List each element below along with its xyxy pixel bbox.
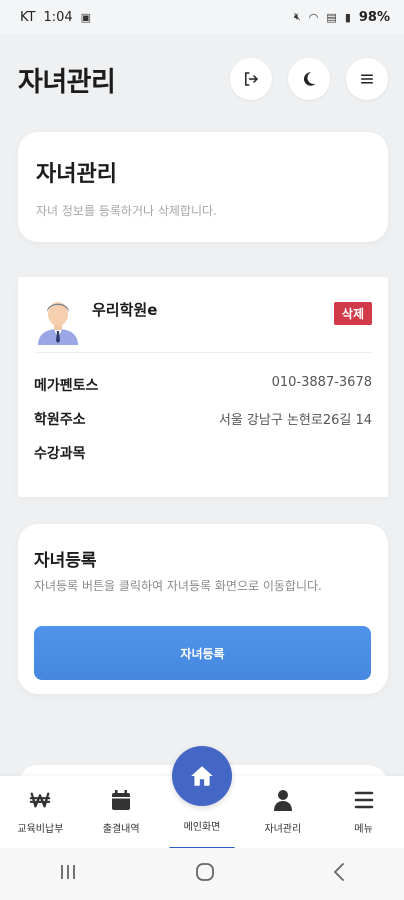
nav-item-home[interactable]: 메인화면	[162, 746, 242, 850]
wifi-icon: ◠	[308, 10, 319, 24]
avatar	[38, 301, 78, 345]
menu-icon	[354, 788, 374, 812]
child-name: 우리학원e	[92, 301, 158, 319]
section-title: 자녀관리	[36, 162, 117, 187]
info-row: 수강과목	[34, 443, 372, 477]
recent-apps-icon	[61, 864, 76, 879]
home-button[interactable]	[171, 746, 232, 806]
info-value: 010-3887-3678	[271, 375, 372, 390]
nav-item-attendance[interactable]: 출결내역	[81, 776, 161, 835]
nav-label: 메인화면	[183, 822, 221, 833]
info-value: 서울 강남구 논현로26길 14	[218, 413, 372, 428]
menu-button[interactable]	[346, 58, 388, 100]
register-child-button[interactable]: 자녀등록	[34, 626, 371, 680]
status-bar: KT 1:04 ▣ 🔇︎ ◠ ▤ ▮ 98%	[0, 0, 404, 34]
nav-label: 자녀관리	[264, 824, 302, 835]
logout-icon	[245, 72, 258, 86]
gallery-notification-icon: ▣	[80, 10, 92, 24]
nav-item-children[interactable]: 자녀관리	[243, 776, 323, 835]
child-card: 우리학원e 삭제 메가펜토스 010-3887-3678 학원주소 서울 강남구…	[18, 277, 388, 497]
intro-card: 자녀관리 자녀 정보를 등록하거나 삭제합니다.	[18, 132, 388, 242]
home-icon	[191, 766, 213, 786]
won-icon	[29, 788, 51, 812]
nav-item-menu[interactable]: 메뉴	[324, 776, 404, 835]
recent-apps-button[interactable]	[58, 863, 78, 886]
clock: 1:04	[43, 9, 73, 25]
logout-button[interactable]	[230, 58, 272, 100]
battery-level: 98%	[358, 9, 390, 25]
info-row: 학원주소 서울 강남구 논현로26길 14	[34, 409, 372, 443]
home-circle-icon	[196, 862, 214, 881]
menu-icon	[361, 74, 373, 84]
register-title: 자녀등록	[34, 551, 97, 571]
volte-icon: ▤	[326, 10, 337, 24]
back-icon	[333, 862, 344, 881]
info-row: 메가펜토스 010-3887-3678	[34, 375, 372, 409]
signal-icon: ▮	[344, 10, 351, 24]
person-icon	[273, 788, 293, 812]
nav-label: 출결내역	[102, 824, 140, 835]
info-label: 수강과목	[34, 446, 86, 462]
page-title: 자녀관리	[18, 66, 116, 98]
app-header: 자녀관리	[0, 34, 404, 124]
back-button[interactable]	[332, 862, 346, 887]
bottom-nav: 교육비납부 출결내역 메인화면 자녀관리 메뉴	[0, 746, 404, 850]
register-description: 자녀등록 버튼을 클릭하여 자녀등록 화면으로 이동합니다.	[34, 579, 322, 593]
info-label: 학원주소	[34, 412, 86, 428]
info-label: 메가펜토스	[34, 378, 99, 394]
delete-button[interactable]: 삭제	[333, 302, 372, 325]
nav-label: 교육비납부	[17, 824, 64, 835]
system-nav	[0, 848, 404, 900]
calendar-icon	[111, 788, 131, 812]
nav-item-tuition[interactable]: 교육비납부	[0, 776, 80, 835]
register-card: 자녀등록 자녀등록 버튼을 클릭하여 자녀등록 화면으로 이동합니다. 자녀등록	[18, 524, 388, 694]
section-subtitle: 자녀 정보를 등록하거나 삭제합니다.	[36, 204, 217, 218]
nav-label: 메뉴	[354, 824, 373, 835]
moon-icon	[303, 72, 316, 86]
mute-icon: 🔇︎	[293, 10, 301, 23]
dark-mode-button[interactable]	[288, 58, 330, 100]
home-system-button[interactable]	[195, 862, 215, 887]
carrier-label: KT	[20, 9, 36, 25]
